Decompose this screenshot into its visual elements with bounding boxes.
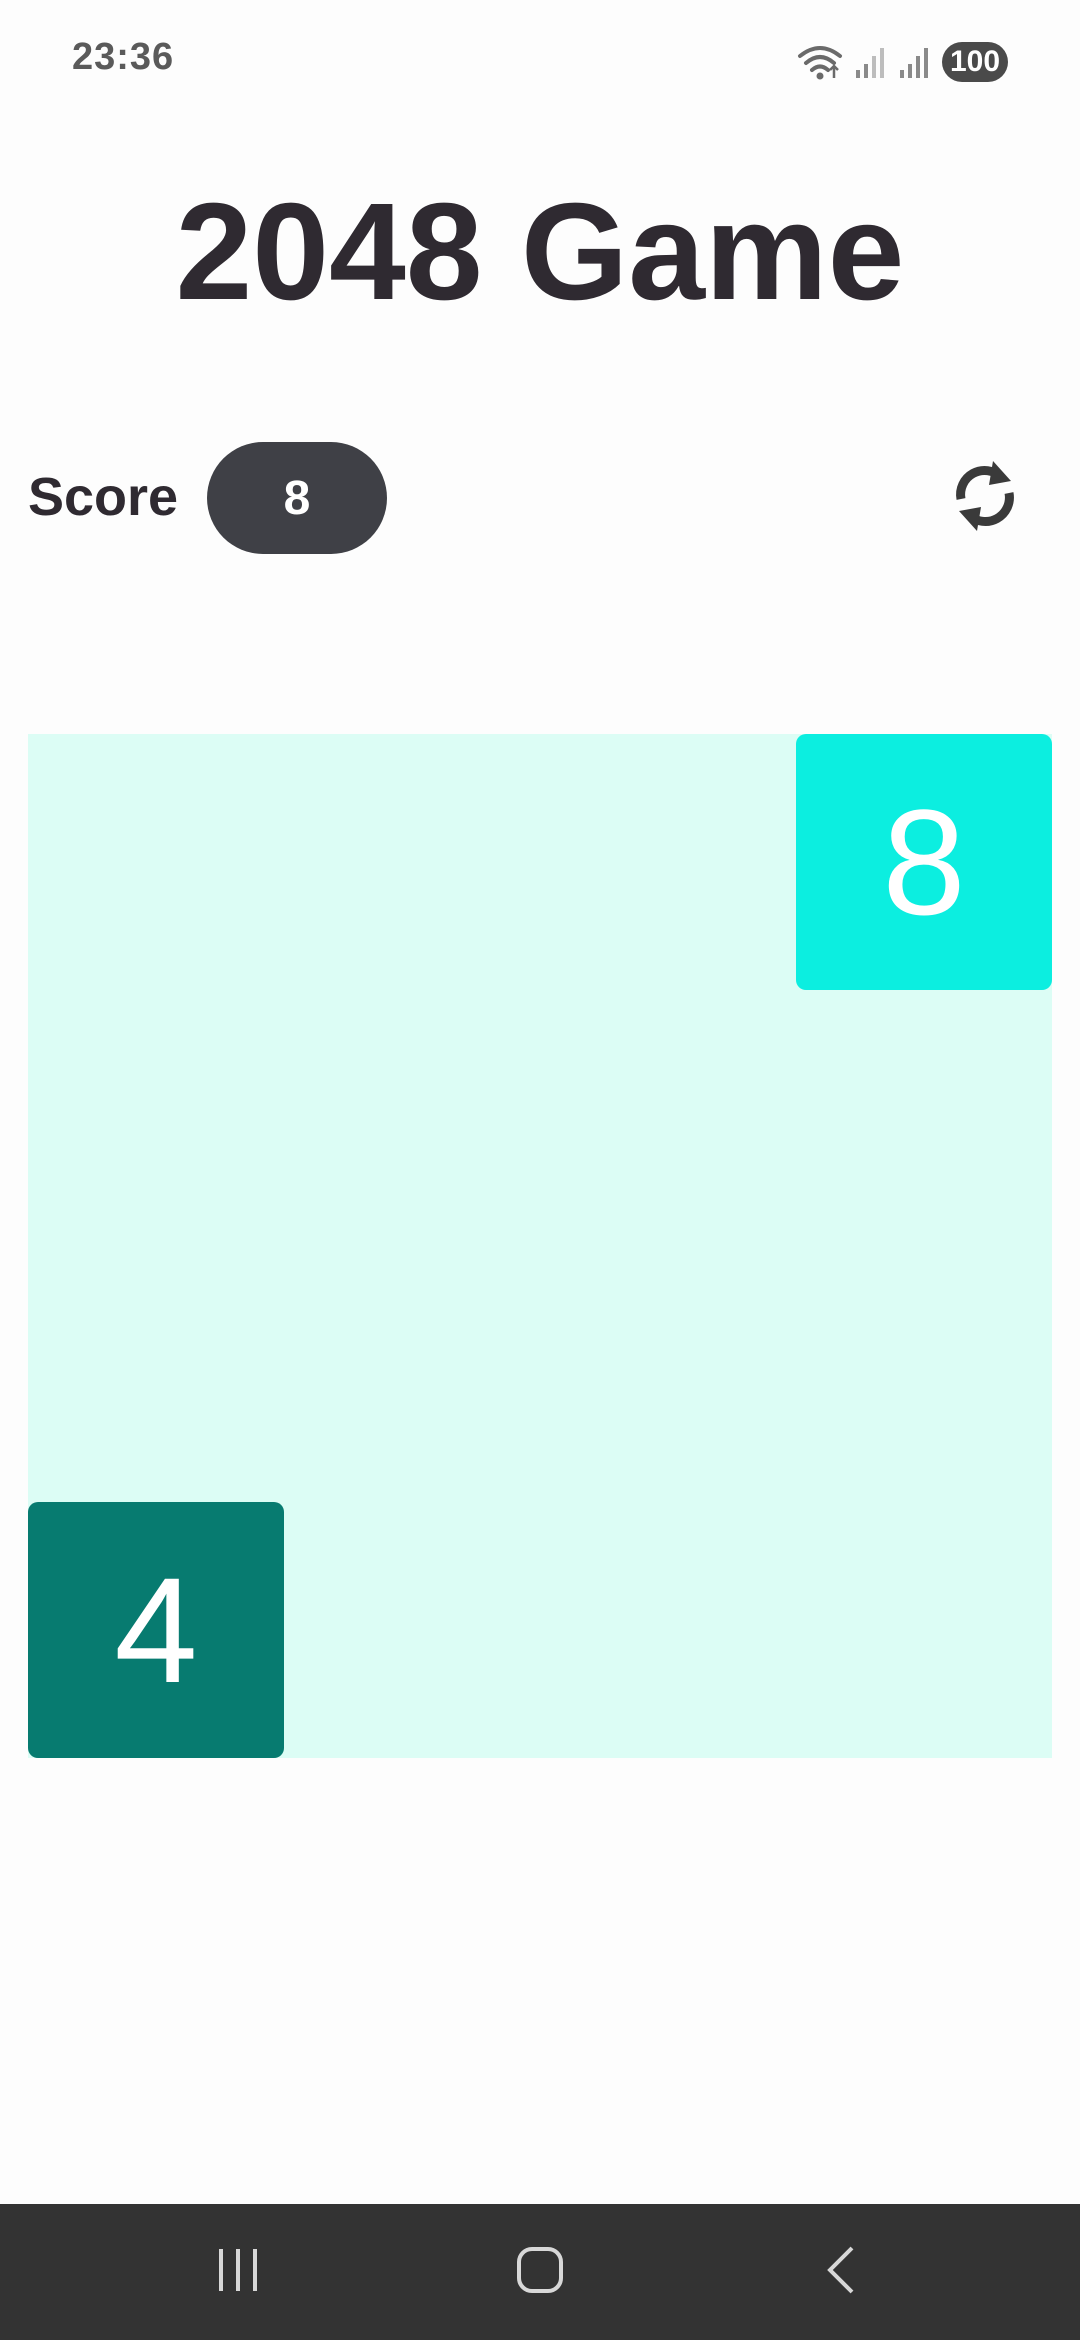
recents-icon xyxy=(215,2245,261,2300)
wifi-icon xyxy=(796,42,844,82)
page-title: 2048 Game xyxy=(175,175,905,329)
tile-8: 8 xyxy=(796,734,1052,990)
score-label: Score xyxy=(28,467,179,527)
navigation-bar xyxy=(0,2204,1080,2340)
signal-icon xyxy=(854,44,888,80)
status-icons: 100 xyxy=(796,40,1008,84)
game-screen: 23:36 100 2048 Game Score 8 8 4 xyxy=(0,0,1080,2340)
home-button[interactable] xyxy=(500,2242,580,2302)
refresh-icon xyxy=(949,455,1021,542)
home-icon xyxy=(515,2245,565,2300)
restart-button[interactable] xyxy=(940,446,1030,550)
status-bar: 23:36 100 xyxy=(0,0,1080,120)
battery-indicator: 100 xyxy=(942,42,1008,82)
recents-button[interactable] xyxy=(198,2242,278,2302)
tile-4: 4 xyxy=(28,1502,284,1758)
back-button[interactable] xyxy=(802,2242,882,2302)
back-icon xyxy=(822,2244,862,2301)
status-time: 23:36 xyxy=(72,36,175,78)
signal-icon xyxy=(898,44,932,80)
score-value: 8 xyxy=(207,442,387,554)
game-board[interactable]: 8 4 xyxy=(28,734,1052,1758)
